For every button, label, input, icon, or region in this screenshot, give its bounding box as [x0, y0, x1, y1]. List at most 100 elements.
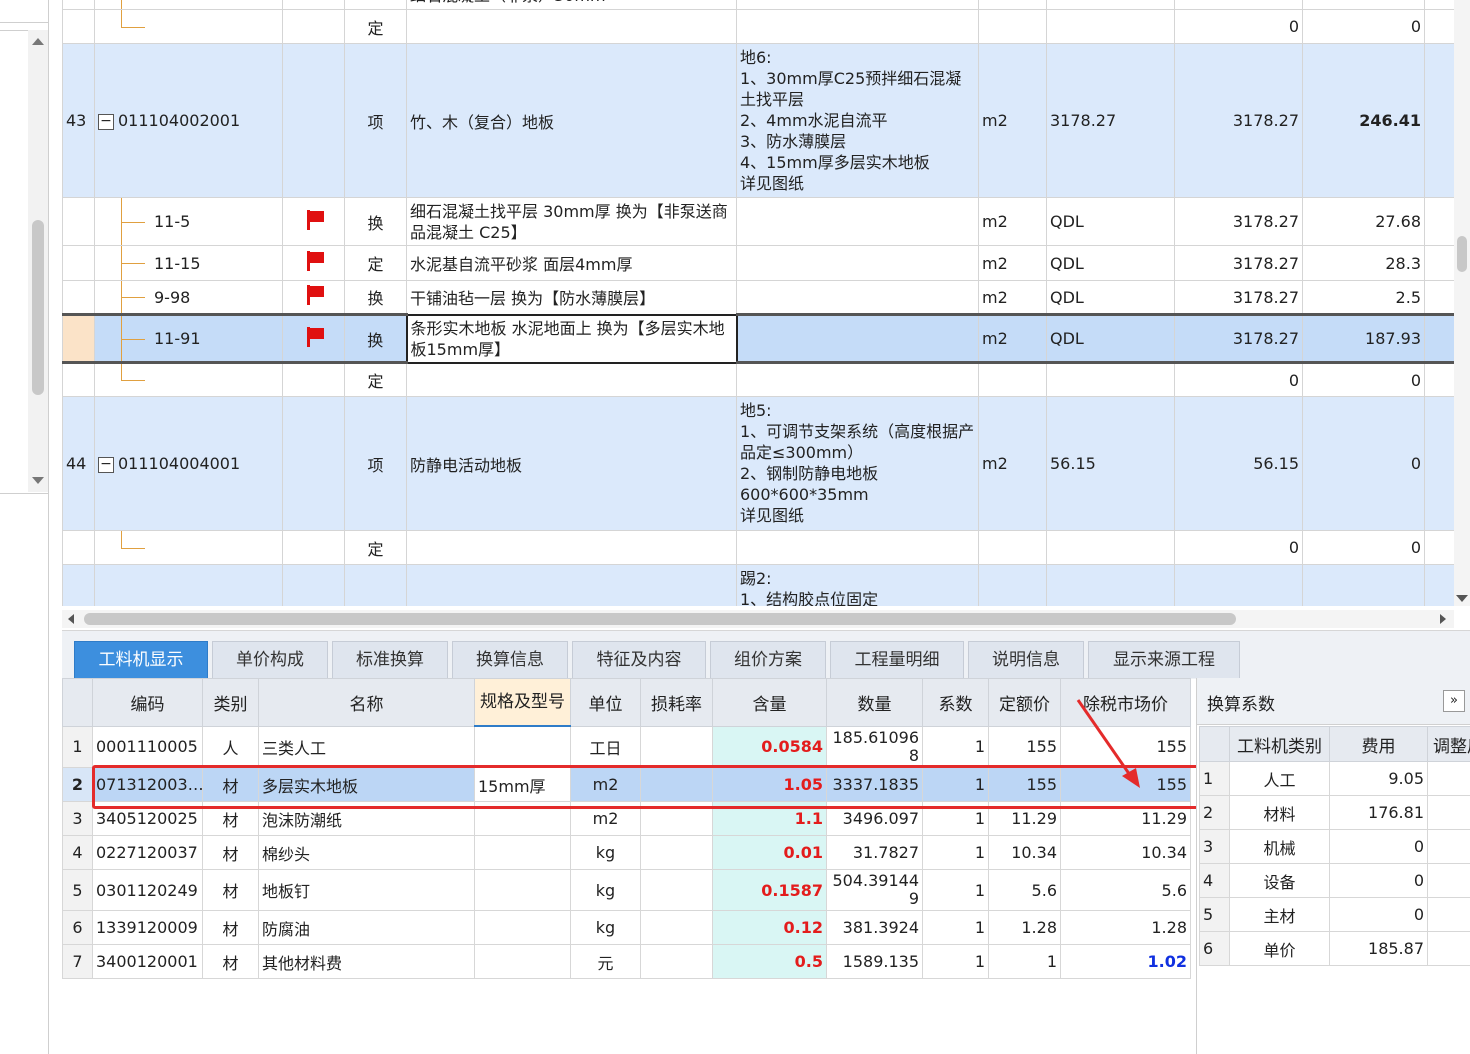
row-adjusted[interactable] [1427, 829, 1470, 864]
table-row[interactable]: 9-98 换 干铺油毡一层 换为【防水薄膜层】 m2 QDL 3178.27 2… [62, 280, 1454, 315]
row-content[interactable]: 0.1587 [712, 869, 827, 911]
table-row[interactable]: 43 −011104002001 项 竹、木（复合）地板 地6: 1、30mm厚… [62, 43, 1454, 198]
row-content[interactable]: 1.1 [712, 801, 827, 836]
row-adjusted[interactable] [1427, 897, 1470, 932]
tab-standard-conversion[interactable]: 标准换算 [332, 641, 448, 678]
row-adjusted[interactable] [1427, 761, 1470, 796]
row-loss-rate[interactable] [640, 767, 713, 802]
table-row[interactable]: 11-15 定 水泥基自流平砂浆 面层4mm厚 m2 QDL 3178.27 2… [62, 245, 1454, 281]
row-spec[interactable] [474, 944, 571, 979]
table-row[interactable]: 7 3400120001 材 其他材料费 元 0.5 1589.135 1 1 … [62, 944, 1191, 979]
row-market-price[interactable]: 5.6 [1060, 869, 1191, 911]
table-row[interactable]: 定 0 0 [62, 9, 1454, 44]
scroll-down-icon[interactable] [32, 477, 44, 484]
row-loss-rate[interactable] [640, 944, 713, 979]
table-row[interactable]: 4 设备 0 [1199, 863, 1470, 898]
row-content[interactable]: 0.0584 [712, 725, 827, 768]
upper-scroll-thumb[interactable] [1457, 236, 1467, 272]
row-spec[interactable] [474, 869, 571, 911]
row-market-price[interactable]: 155 [1060, 767, 1191, 802]
scroll-up-icon[interactable] [32, 38, 44, 45]
row-market-price[interactable]: 11.29 [1060, 801, 1191, 836]
row-market-price[interactable]: 10.34 [1060, 835, 1191, 870]
collapse-icon[interactable]: − [98, 113, 114, 130]
col-header-fee[interactable]: 费用 [1329, 726, 1428, 762]
row-spec-editor[interactable]: 15mm厚 [474, 767, 571, 802]
collapse-icon[interactable]: − [98, 456, 114, 473]
col-header-market-price[interactable]: 除税市场价 [1060, 678, 1191, 727]
row-content[interactable]: 1.05 [712, 767, 827, 802]
row-adjusted[interactable] [1427, 863, 1470, 898]
tab-description-info[interactable]: 说明信息 [968, 641, 1084, 678]
table-row[interactable]: 3 3405120025 材 泡沫防潮纸 m2 1.1 3496.097 1 1… [62, 801, 1191, 836]
col-header-code[interactable]: 编码 [92, 678, 203, 727]
table-row[interactable]: 1 人工 9.05 [1199, 761, 1470, 796]
flag-icon [305, 209, 324, 230]
col-header-category[interactable]: 类别 [202, 678, 259, 727]
row-content[interactable]: 0.12 [712, 910, 827, 945]
row-spec[interactable] [474, 801, 571, 836]
table-row[interactable]: 踢2: 1、结构胶点位固定 [62, 564, 1454, 606]
row-market-price[interactable]: 155 [1060, 725, 1191, 768]
col-header-unit[interactable]: 单位 [570, 678, 641, 727]
col-header-loss-rate[interactable]: 损耗率 [640, 678, 713, 727]
tab-source-project[interactable]: 显示来源工程 [1088, 641, 1240, 678]
col-header-content[interactable]: 含量 [712, 678, 827, 727]
row-code: 0001110005 [92, 725, 203, 768]
scroll-down-icon[interactable] [1456, 595, 1468, 602]
row-adjusted[interactable] [1427, 795, 1470, 830]
scroll-right-icon[interactable] [1440, 614, 1446, 624]
row-content[interactable]: 0.01 [712, 835, 827, 870]
table-row[interactable]: 5 0301120249 材 地板钉 kg 0.1587 504.39144 9… [62, 869, 1191, 911]
row-description: 地5: 1、可调节支架系统（高度根据产品定≤300mm） 2、钢制防静电地板60… [736, 396, 979, 531]
table-row-selected[interactable]: 2 071312003… 材 多层实木地板 15mm厚 m2 1.05 3337… [62, 767, 1191, 802]
col-header-spec[interactable]: 规格及型号 [474, 678, 571, 727]
table-row[interactable]: 定 0 0 [62, 362, 1454, 397]
row-loss-rate[interactable] [640, 910, 713, 945]
table-row[interactable]: 3 机械 0 [1199, 829, 1470, 864]
col-header-name[interactable]: 名称 [258, 678, 475, 727]
row-market-price[interactable]: 1.28 [1060, 910, 1191, 945]
tab-pricing-scheme[interactable]: 组价方案 [710, 641, 826, 678]
row-adjusted[interactable] [1427, 931, 1470, 966]
row-loss-rate[interactable] [640, 835, 713, 870]
horizontal-scroll-thumb[interactable] [84, 613, 1236, 625]
table-row[interactable]: 11-5 换 细石混凝土找平层 30mm厚 换为【非泵送商品混凝土 C25】 m… [62, 197, 1454, 246]
table-row[interactable]: 6 单价 185.87 [1199, 931, 1470, 966]
col-header-amount[interactable]: 数量 [826, 678, 923, 727]
row-content[interactable]: 0.5 [712, 944, 827, 979]
row-loss-rate[interactable] [640, 725, 713, 768]
tab-conversion-info[interactable]: 换算信息 [452, 641, 568, 678]
expand-panel-button[interactable]: » [1443, 690, 1465, 712]
tab-unit-price-composition[interactable]: 单价构成 [212, 641, 328, 678]
col-header-coefficient[interactable]: 系数 [922, 678, 989, 727]
col-header-category[interactable]: 工料机类别 [1229, 726, 1330, 762]
row-spec[interactable] [474, 725, 571, 768]
table-row[interactable]: 2 材料 176.81 [1199, 795, 1470, 830]
row-spec[interactable] [474, 835, 571, 870]
col-header-adjusted[interactable]: 调整后 [1427, 726, 1470, 762]
tab-features-content[interactable]: 特征及内容 [572, 641, 706, 678]
table-row[interactable]: 定 0 0 [62, 530, 1454, 565]
row-amount: 3496.097 [826, 801, 923, 836]
row-loss-rate[interactable] [640, 801, 713, 836]
scroll-left-icon[interactable] [68, 614, 74, 624]
row-market-price[interactable]: 1.02 [1060, 944, 1191, 979]
tab-labor-material-machine[interactable]: 工料机显示 [74, 641, 208, 678]
table-row[interactable]: 4 0227120037 材 棉纱头 kg 0.01 31.7827 1 10.… [62, 835, 1191, 870]
tab-quantity-details[interactable]: 工程量明细 [830, 641, 964, 678]
table-row[interactable]: 5 主材 0 [1199, 897, 1470, 932]
table-row[interactable]: 1 0001110005 人 三类人工 工日 0.0584 185.61096 … [62, 725, 1191, 768]
col-header-quota-price[interactable]: 定额价 [988, 678, 1061, 727]
table-row-selected[interactable]: 11-91 换 条形实木地板 水泥地面上 换为【多层实木地板15mm厚】 m2 … [62, 313, 1454, 364]
table-row[interactable]: 细石混凝土（非泵）30mm [62, 0, 1454, 10]
horizontal-scrollbar[interactable] [62, 610, 1454, 628]
row-name-editor[interactable]: 条形实木地板 水泥地面上 换为【多层实木地板15mm厚】 [405, 313, 738, 364]
table-row[interactable]: 6 1339120009 材 防腐油 kg 0.12 381.3924 1 1.… [62, 910, 1191, 945]
row-spec[interactable] [474, 910, 571, 945]
row-loss-rate[interactable] [640, 869, 713, 911]
left-scrollbar[interactable] [28, 30, 48, 492]
table-row[interactable]: 44 −011104004001 项 防静电活动地板 地5: 1、可调节支架系统… [62, 396, 1454, 531]
left-scroll-thumb[interactable] [32, 220, 44, 395]
upper-vertical-scrollbar[interactable] [1454, 0, 1470, 606]
